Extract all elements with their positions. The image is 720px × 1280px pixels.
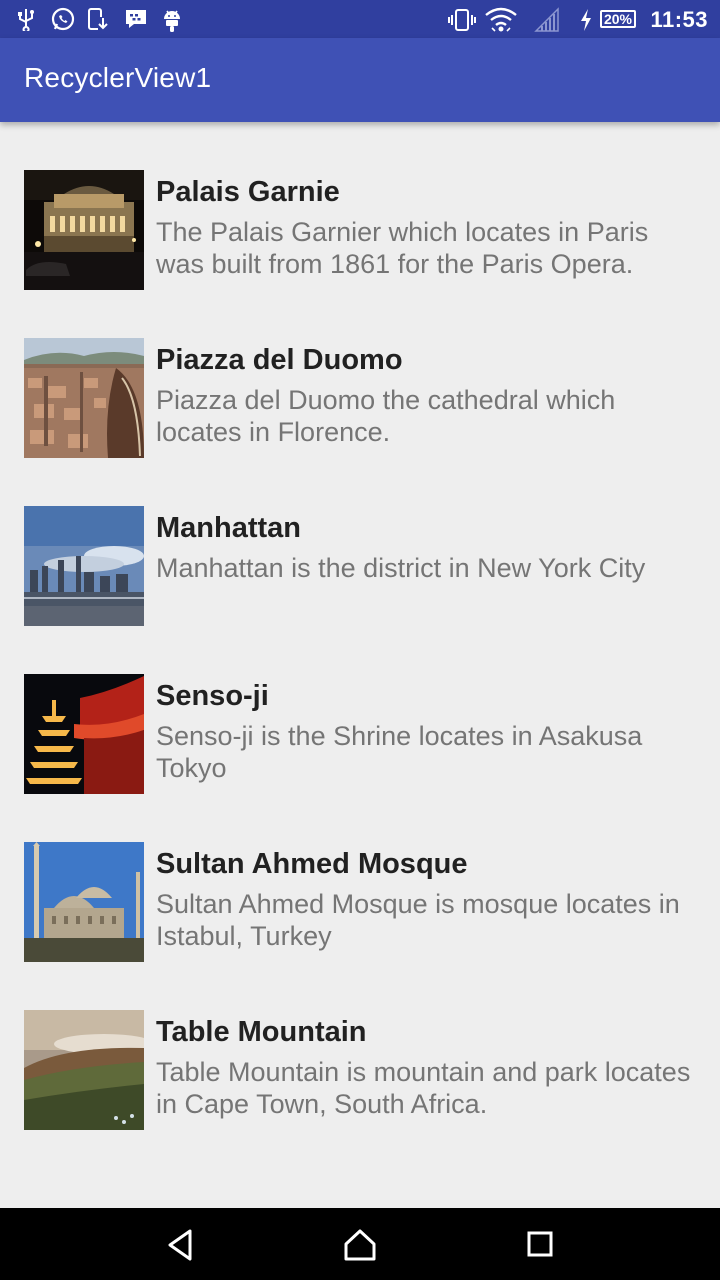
battery-level: 20%: [600, 10, 636, 28]
bbm-icon: [126, 10, 146, 28]
list-item[interactable]: Senso-ji Senso-ji is the Shrine locates …: [0, 626, 720, 794]
item-title: Palais Garnie: [156, 176, 340, 208]
android-icon: [164, 10, 180, 32]
list-item[interactable]: Sultan Ahmed Mosque Sultan Ahmed Mosque …: [0, 794, 720, 962]
manhattan-thumbnail: [24, 506, 144, 626]
navigation-bar: [0, 1208, 720, 1280]
piazza-del-duomo-thumbnail: [24, 338, 144, 458]
whatsapp-icon: [51, 7, 75, 31]
recents-icon[interactable]: [520, 1228, 560, 1262]
back-icon[interactable]: [160, 1228, 200, 1262]
sultan-ahmed-mosque-thumbnail: [24, 842, 144, 962]
signal-icon: [534, 7, 559, 32]
list-item[interactable]: Piazza del Duomo Piazza del Duomo the ca…: [0, 290, 720, 458]
palais-garnier-thumbnail: [24, 170, 144, 290]
vibrate-icon: [448, 9, 476, 31]
wifi-icon: [485, 7, 517, 32]
senso-ji-thumbnail: [24, 674, 144, 794]
item-title: Piazza del Duomo: [156, 344, 403, 376]
item-title: Senso-ji: [156, 680, 269, 712]
item-description: The Palais Garnier which locates in Pari…: [156, 217, 649, 279]
item-description: Table Mountain is mountain and park loca…: [156, 1057, 691, 1119]
home-icon[interactable]: [340, 1228, 380, 1262]
app-bar: RecyclerView1: [0, 38, 720, 122]
item-title: Manhattan: [156, 512, 301, 544]
app-title: RecyclerView1: [24, 62, 212, 93]
charging-icon: [581, 9, 591, 31]
clock: 11:53: [650, 7, 708, 32]
list-item[interactable]: Palais Garnie The Palais Garnier which l…: [0, 122, 720, 290]
table-mountain-thumbnail: [24, 1010, 144, 1130]
list-item[interactable]: Table Mountain Table Mountain is mountai…: [0, 962, 720, 1130]
item-description: Senso-ji is the Shrine locates in Asakus…: [156, 721, 643, 783]
item-description: Piazza del Duomo the cathedral which loc…: [156, 385, 616, 447]
item-title: Table Mountain: [156, 1016, 367, 1048]
status-bar: 20% 11:53: [0, 0, 720, 38]
item-description: Manhattan is the district in New York Ci…: [156, 553, 646, 583]
item-description: Sultan Ahmed Mosque is mosque locates in…: [156, 889, 680, 951]
item-title: Sultan Ahmed Mosque: [156, 848, 468, 880]
usb-icon: [18, 9, 34, 31]
list-item[interactable]: Manhattan Manhattan is the district in N…: [0, 458, 720, 626]
phone-download-icon: [88, 8, 108, 31]
